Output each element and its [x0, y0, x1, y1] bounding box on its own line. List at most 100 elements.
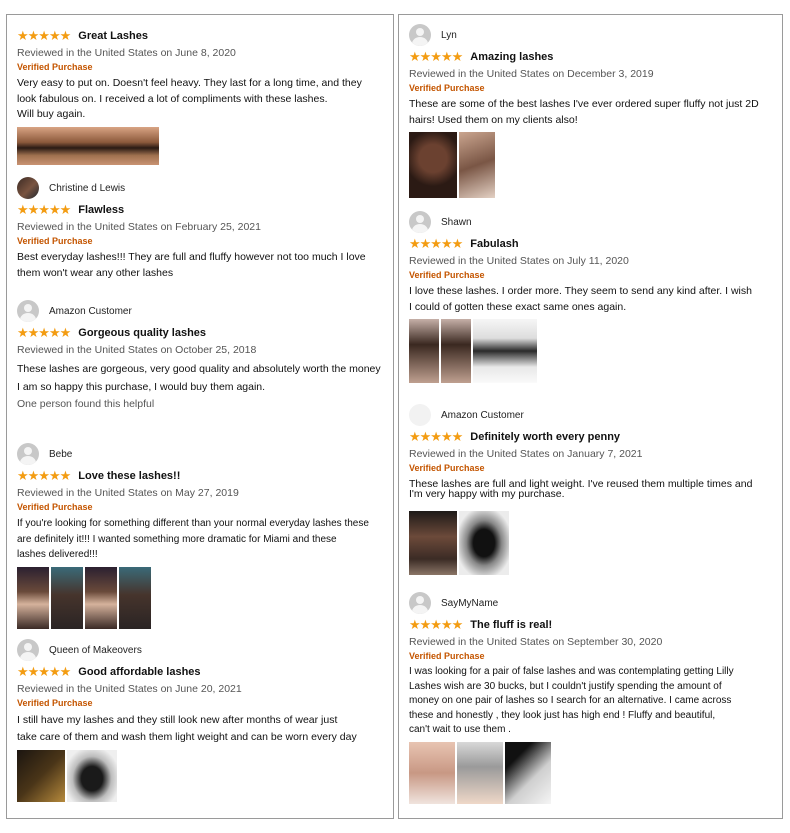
review-body: These are some of the best lashes I've e… [409, 97, 774, 128]
review-card: Queen of Makeovers ★★★★★ Good affordable… [17, 639, 385, 802]
reviewer-profile[interactable]: Bebe [17, 443, 385, 465]
review-photo[interactable] [473, 319, 537, 383]
review-body-line: I was looking for a pair of false lashes… [409, 666, 734, 677]
reviewer-profile[interactable]: Lyn [409, 24, 774, 46]
reviewer-profile[interactable]: Christine d Lewis [17, 177, 385, 199]
review-card: Amazon Customer ★★★★★ Definitely worth e… [409, 404, 774, 575]
review-body: If you're looking for something differen… [17, 516, 385, 563]
rating-row: ★★★★★ Flawless [17, 202, 385, 218]
reviewer-profile[interactable]: Shawn [409, 211, 774, 233]
review-photo[interactable] [409, 741, 455, 804]
review-date: Reviewed in the United States on October… [17, 344, 257, 356]
review-body-line: money on one pair of lashes so I search … [409, 695, 732, 706]
rating-row: ★★★★★ Great Lashes [17, 28, 385, 44]
review-photo[interactable] [409, 319, 439, 383]
rating-row: ★★★★★ Good affordable lashes [17, 664, 385, 680]
review-images [409, 741, 774, 804]
review-photo[interactable] [459, 511, 509, 575]
user-avatar-icon [409, 592, 431, 614]
reviewer-profile[interactable]: SayMyName [409, 592, 774, 614]
star-rating-icon: ★★★★★ [17, 468, 71, 483]
review-body-line: can't wait to use them . [409, 724, 511, 735]
review-photo[interactable] [441, 319, 471, 383]
user-avatar-icon [17, 300, 39, 322]
user-avatar-icon [17, 639, 39, 661]
review-photo[interactable] [17, 566, 49, 629]
review-body-line: I am so happy this purchase, I would buy… [17, 381, 266, 393]
review-card: Bebe ★★★★★ Love these lashes!! Reviewed … [17, 443, 385, 629]
review-card: ★★★★★ Great Lashes Reviewed in the Unite… [17, 25, 385, 165]
review-photo[interactable] [409, 132, 457, 198]
star-rating-icon: ★★★★★ [17, 28, 71, 43]
verified-badge: Verified Purchase [409, 270, 485, 280]
reviewer-profile[interactable]: Queen of Makeovers [17, 639, 385, 661]
review-photo[interactable] [17, 750, 65, 802]
review-photo[interactable] [17, 126, 159, 165]
rating-row: ★★★★★ Fabulash [409, 236, 774, 252]
review-title[interactable]: Amazing lashes [470, 51, 553, 63]
review-images [409, 511, 774, 575]
review-date: Reviewed in the United States on June 8,… [17, 47, 236, 59]
review-body-line: I could of gotten these exact same ones … [409, 300, 627, 313]
review-images [17, 750, 385, 802]
review-body-line: lashes delivered!!! [17, 549, 98, 560]
review-date: Reviewed in the United States on May 27,… [17, 487, 239, 499]
review-title[interactable]: Great Lashes [78, 30, 148, 42]
reviewer-name[interactable]: Lyn [441, 30, 457, 41]
rating-row: ★★★★★ Gorgeous quality lashes [17, 325, 385, 341]
star-rating-icon: ★★★★★ [17, 664, 71, 679]
reviewer-profile[interactable]: Amazon Customer [17, 300, 385, 322]
reviewer-name[interactable]: Queen of Makeovers [49, 645, 142, 656]
verified-badge: Verified Purchase [409, 83, 485, 93]
review-photo[interactable] [457, 741, 503, 804]
reviewer-profile[interactable]: Amazon Customer [409, 404, 774, 426]
review-title[interactable]: The fluff is real! [470, 619, 552, 631]
review-body-line: Best everyday lashes!!! They are full an… [17, 251, 366, 263]
review-photo[interactable] [505, 741, 551, 804]
review-photo[interactable] [67, 750, 117, 802]
review-title[interactable]: Flawless [78, 204, 124, 216]
review-body-line: look fabulous on. I received a lot of co… [17, 92, 328, 105]
review-date: Reviewed in the United States on June 20… [17, 683, 242, 695]
review-title[interactable]: Love these lashes!! [78, 470, 180, 482]
review-body-line: them won't wear any other lashes [17, 266, 174, 279]
review-photo[interactable] [51, 566, 83, 629]
star-rating-icon: ★★★★★ [409, 429, 463, 444]
reviewer-name[interactable]: SayMyName [441, 598, 498, 609]
verified-badge: Verified Purchase [17, 502, 93, 512]
review-images [409, 319, 774, 383]
reviewer-name[interactable]: Christine d Lewis [49, 183, 125, 194]
review-card: SayMyName ★★★★★ The fluff is real! Revie… [409, 592, 774, 804]
user-avatar-icon [409, 211, 431, 233]
review-body-line: Will buy again. [17, 108, 86, 120]
reviewer-name[interactable]: Amazon Customer [49, 306, 132, 317]
review-photo[interactable] [85, 566, 117, 629]
review-body-line: these and honestly , they look just has … [409, 709, 716, 721]
star-rating-icon: ★★★★★ [17, 202, 71, 217]
reviewer-name[interactable]: Bebe [49, 449, 72, 460]
review-body-line: I still have my lashes and they still lo… [17, 714, 338, 726]
star-rating-icon: ★★★★★ [17, 325, 71, 340]
review-photo[interactable] [409, 511, 457, 575]
review-title[interactable]: Definitely worth every penny [470, 431, 620, 443]
review-photo[interactable] [119, 566, 151, 629]
user-avatar-icon [409, 404, 431, 426]
review-date: Reviewed in the United States on Februar… [17, 221, 261, 233]
review-card: Shawn ★★★★★ Fabulash Reviewed in the Uni… [409, 211, 774, 383]
review-title[interactable]: Gorgeous quality lashes [78, 327, 206, 339]
review-photo[interactable] [459, 132, 495, 198]
right-review-panel: Lyn ★★★★★ Amazing lashes Reviewed in the… [398, 14, 783, 819]
rating-row: ★★★★★ Definitely worth every penny [409, 429, 774, 445]
star-rating-icon: ★★★★★ [409, 49, 463, 64]
review-body: I love these lashes. I order more. They … [409, 284, 774, 315]
reviewer-name[interactable]: Amazon Customer [441, 410, 524, 421]
helpful-count: One person found this helpful [17, 398, 155, 410]
review-title[interactable]: Fabulash [470, 238, 518, 250]
review-body: Very easy to put on. Doesn't feel heavy.… [17, 76, 385, 123]
review-images [17, 126, 385, 165]
review-body-line: These lashes are gorgeous, very good qua… [17, 363, 381, 375]
review-title[interactable]: Good affordable lashes [78, 666, 200, 678]
user-avatar-icon [17, 177, 39, 199]
review-body: I was looking for a pair of false lashes… [409, 665, 774, 738]
reviewer-name[interactable]: Shawn [441, 217, 472, 228]
